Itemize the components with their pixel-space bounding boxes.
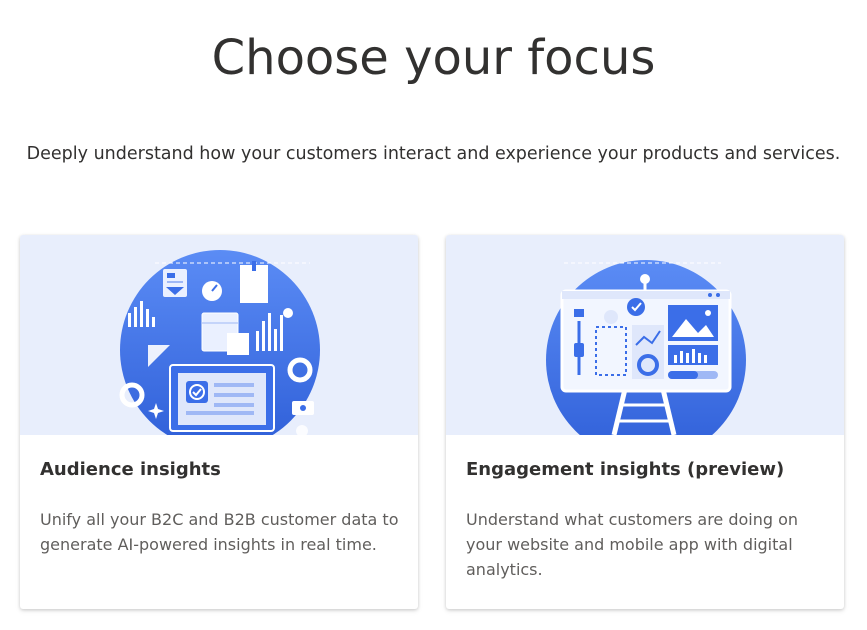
- audience-insights-card[interactable]: Audience insights Unify all your B2C and…: [20, 235, 418, 609]
- card-heading: Engagement insights (preview): [466, 459, 785, 480]
- audience-insights-illustration: [20, 235, 418, 435]
- page-title: Choose your focus: [211, 30, 656, 86]
- engagement-insights-illustration: [446, 235, 844, 435]
- engagement-insights-card[interactable]: Engagement insights (preview) Understand…: [446, 235, 844, 609]
- card-heading: Audience insights: [40, 459, 221, 480]
- card-description: Unify all your B2C and B2B customer data…: [40, 510, 399, 554]
- page-subtitle: Deeply understand how your customers int…: [26, 144, 841, 164]
- card-description: Understand what customers are doing on y…: [466, 510, 799, 579]
- engagement-illustration-icon: [546, 260, 746, 435]
- audience-illustration-icon: [119, 250, 320, 435]
- choose-focus-page: Choose your focus Deeply understand how …: [0, 0, 867, 630]
